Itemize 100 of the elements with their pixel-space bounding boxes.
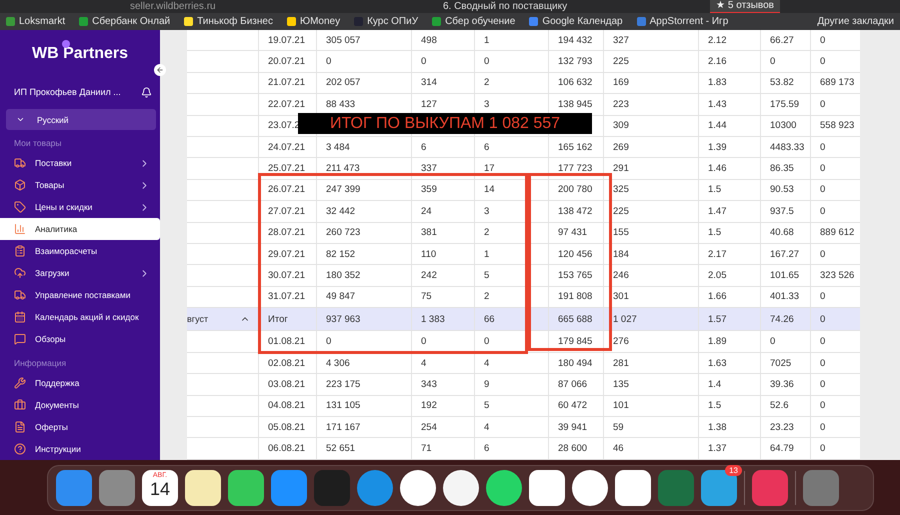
reviews-button[interactable]: ★ 5 отзывов [710, 0, 780, 14]
table-cell: 223 175 [326, 378, 360, 390]
bookmark-link[interactable]: AppStorrent - Игр [650, 16, 728, 27]
table-cell: 180 494 [558, 358, 592, 369]
table-cell: 1.43 [708, 98, 726, 110]
bookmark-icon [79, 17, 88, 26]
table-cell: 04.08.21 [268, 400, 305, 412]
sidebar-item[interactable]: Оферты [0, 416, 160, 438]
bookmark-icon [184, 17, 194, 26]
table-cell: 180 352 [326, 270, 360, 281]
bookmark-link[interactable]: Тинькоф Бизнес [197, 16, 273, 27]
sidebar-item[interactable]: Обзоры [0, 328, 160, 350]
bookmark-icon [432, 17, 442, 26]
table-cell: 291 [613, 163, 629, 174]
language-button[interactable]: Русский [6, 109, 156, 130]
table-cell: 223 [613, 98, 629, 110]
bar-chart-icon [14, 223, 26, 235]
bookmark-link[interactable]: Loksmarkt [19, 16, 66, 27]
table-cell: 184 [613, 248, 629, 260]
bookmark-link[interactable]: Сбербанк Онлай [92, 16, 170, 27]
table-cell: 90.53 [770, 184, 794, 196]
table-cell: 25.07.21 [268, 163, 305, 174]
user-name[interactable]: ИП Прокофьев Даниил ... [14, 87, 121, 98]
table-cell: 1.83 [708, 77, 726, 88]
sidebar-item[interactable]: Управление поставками [0, 284, 160, 306]
address-text[interactable]: seller.wildberries.ru [10, 0, 260, 13]
table-cell: 26.07.21 [268, 184, 305, 196]
table-cell: 4 306 [326, 358, 350, 369]
table-cell: 281 [613, 358, 629, 369]
table-cell: 401.33 [770, 291, 800, 302]
table-cell: 05.08.21 [268, 422, 305, 433]
table-cell: 0 [820, 142, 826, 153]
table-cell: 1 [484, 248, 490, 260]
table-cell: 0 [820, 358, 826, 369]
table-cell: 1 [484, 34, 490, 46]
table-cell: 1.47 [708, 206, 726, 217]
table-cell: 177 723 [558, 163, 592, 174]
table-cell: 153 765 [558, 270, 592, 281]
table-cell: 39 941 [558, 422, 588, 433]
table-cell: 49 847 [326, 291, 356, 302]
table-cell: 889 612 [820, 227, 854, 238]
table-cell: 24.07.21 [268, 142, 305, 153]
table-cell: 0 [421, 56, 426, 68]
table-cell: 0 [484, 336, 490, 348]
table-cell: 132 793 [558, 56, 592, 68]
table-cell: 2.16 [708, 56, 726, 68]
table-cell: 28 600 [558, 443, 588, 454]
bell-icon[interactable] [141, 86, 152, 98]
table-cell: 30.07.21 [268, 270, 305, 281]
table-cell: 1 383 [421, 314, 445, 325]
sidebar-item[interactable]: Поставки [0, 152, 160, 174]
sidebar-item[interactable]: Документы [0, 394, 160, 416]
square-app-icon[interactable] [529, 470, 565, 506]
table-cell: 225 [613, 56, 629, 68]
sidebar-item[interactable]: Поддержка [0, 372, 160, 394]
box-icon [14, 179, 26, 191]
bookmark-link[interactable]: Курс ОПиУ [367, 16, 418, 27]
table-cell: 97 431 [558, 227, 588, 238]
table-cell: 39.36 [770, 378, 794, 390]
round-app-icon[interactable] [443, 470, 479, 506]
table-cell: 0 [820, 56, 826, 68]
table-cell: 323 526 [820, 270, 854, 281]
table-cell: 52.6 [770, 400, 788, 412]
briefcase-icon [14, 399, 26, 411]
sidebar-item[interactable]: Загрузки [0, 262, 160, 284]
table-cell: 175.59 [770, 98, 800, 110]
table-cell: 106 632 [558, 77, 592, 88]
table-cell: 689 173 [820, 77, 854, 88]
bookmark-link[interactable]: ЮMoney [300, 16, 340, 27]
sidebar-item[interactable]: Взаиморасчеты [0, 240, 160, 262]
table-cell: 7025 [770, 358, 792, 369]
table-cell: 06.08.21 [268, 443, 305, 454]
other-bookmarks-link[interactable]: Другие закладки [817, 16, 894, 27]
table-cell: 6 [484, 142, 490, 153]
section-title: Мои товары [13, 137, 63, 150]
tab-title: 6. Сводный по поставщику [442, 0, 568, 13]
table-cell: 0 [820, 34, 826, 46]
table-cell: 4483.33 [770, 142, 804, 153]
table-cell: 200 780 [558, 184, 592, 196]
table-cell: 10300 [770, 120, 796, 132]
sidebar-item[interactable]: Календарь акций и скидок [0, 306, 160, 328]
sidebar-item[interactable]: Инструкции [0, 438, 160, 460]
table-cell: 343 [421, 378, 437, 390]
logo-dot-icon [62, 40, 70, 48]
bookmark-link[interactable]: Сбер обучение [445, 16, 516, 27]
table-cell: 1.46 [708, 163, 726, 174]
sidebar-item[interactable]: Аналитика [0, 218, 160, 240]
collapse-button[interactable] [154, 64, 166, 76]
sidebar-item[interactable]: Цены и скидки [0, 196, 160, 218]
sidebar-item[interactable]: Товары [0, 174, 160, 196]
table-cell: 5 [484, 400, 490, 412]
bookmark-link[interactable]: Google Календар [542, 16, 623, 27]
table-cell: 179 845 [558, 336, 592, 348]
table-cell: 314 [421, 77, 437, 88]
table-cell: 276 [613, 336, 629, 348]
table-cell: 138 945 [558, 98, 592, 110]
table-cell: 1.4 [708, 378, 722, 390]
round-app-icon[interactable] [572, 470, 608, 506]
table-cell: 269 [613, 142, 629, 153]
table-cell: 4 [421, 358, 426, 369]
